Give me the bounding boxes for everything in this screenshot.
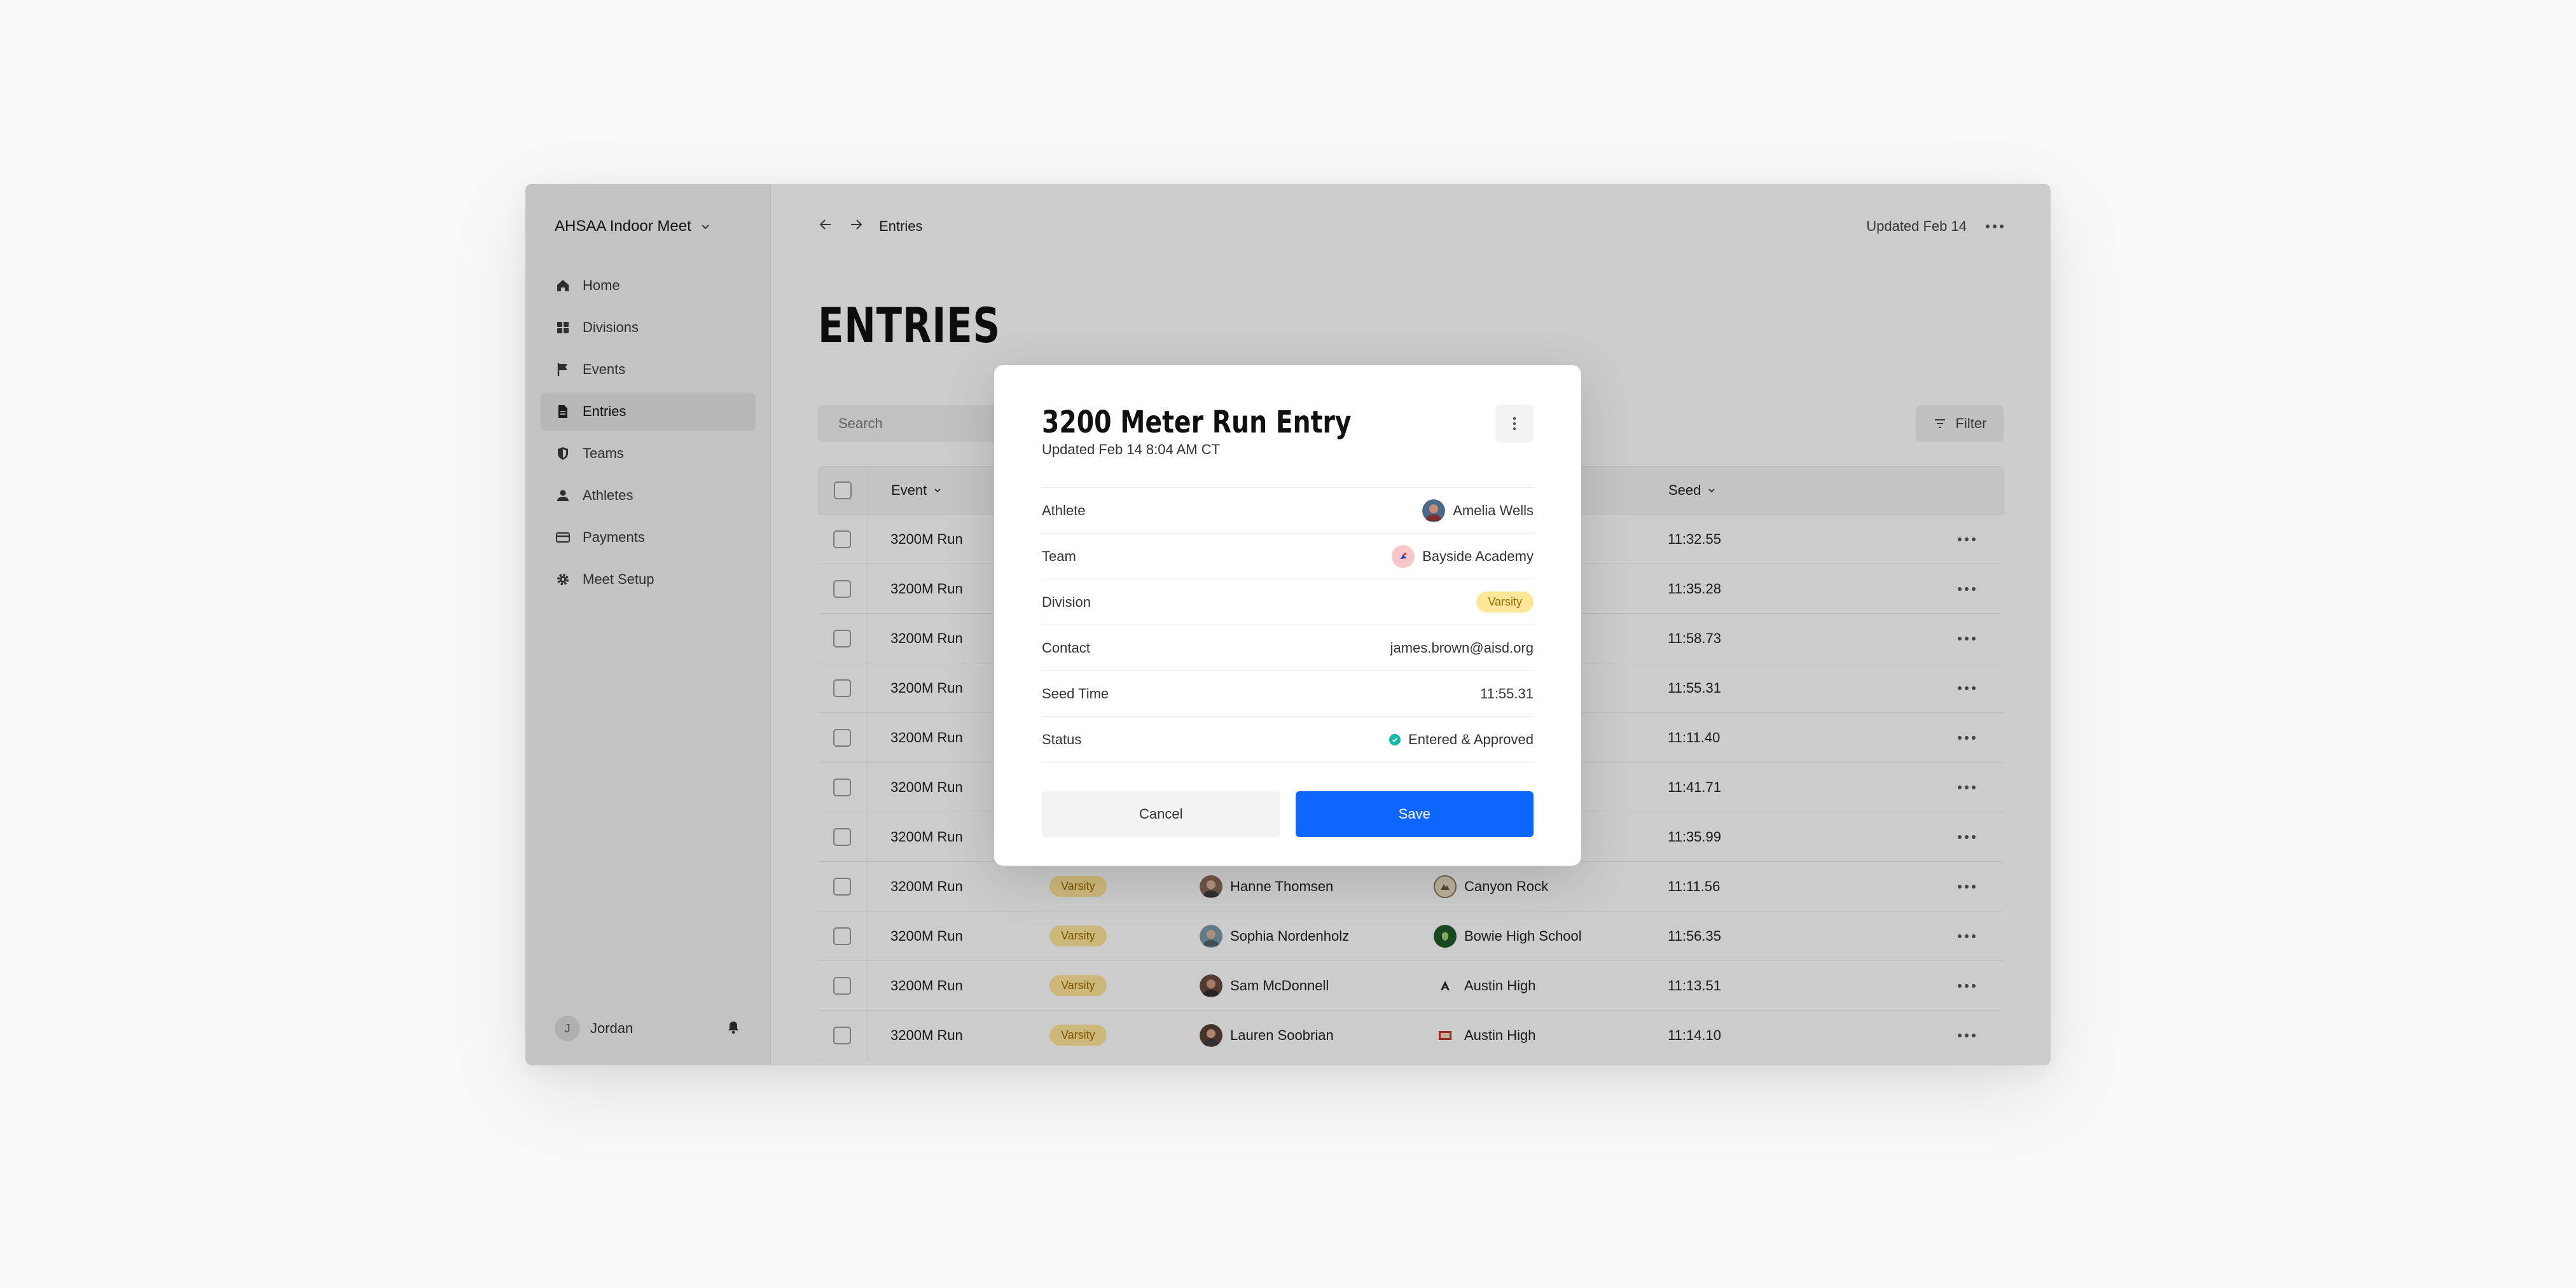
detail-row-athlete: Athlete Amelia Wells: [1042, 488, 1534, 534]
avatar: [1422, 499, 1446, 522]
detail-row-division: Division Varsity: [1042, 579, 1534, 625]
dialog-subtitle: Updated Feb 14 8:04 AM CT: [1042, 441, 1221, 457]
dialog-more-button[interactable]: [1495, 405, 1534, 443]
seed-time-value: 11:55.31: [1479, 685, 1534, 702]
dialog-title: 3200 Meter Run Entry: [1042, 405, 1352, 440]
detail-row-team: Team Bayside Academy: [1042, 534, 1534, 579]
cancel-button[interactable]: Cancel: [1042, 791, 1280, 837]
save-button[interactable]: Save: [1295, 791, 1534, 837]
status-value: Entered & Approved: [1408, 731, 1534, 747]
entry-dialog: 3200 Meter Run Entry Updated Feb 14 8:04…: [994, 365, 1581, 866]
detail-row-seed-time: Seed Time 11:55.31: [1042, 671, 1534, 717]
detail-row-status: Status Entered & Approved: [1042, 717, 1534, 763]
vertical-dots-icon: [1513, 417, 1516, 431]
team-logo-icon: [1392, 544, 1415, 568]
division-badge: Varsity: [1476, 592, 1534, 613]
entry-details: Athlete Amelia Wells Team Bayside Academ…: [1042, 487, 1534, 763]
check-circle-icon: [1389, 733, 1401, 745]
contact-value: james.brown@aisd.org: [1390, 639, 1534, 656]
detail-row-contact: Contact james.brown@aisd.org: [1042, 625, 1534, 671]
dialog-actions: Cancel Save: [1042, 791, 1534, 837]
athlete-value: Amelia Wells: [1453, 502, 1534, 518]
team-value: Bayside Academy: [1422, 548, 1534, 564]
